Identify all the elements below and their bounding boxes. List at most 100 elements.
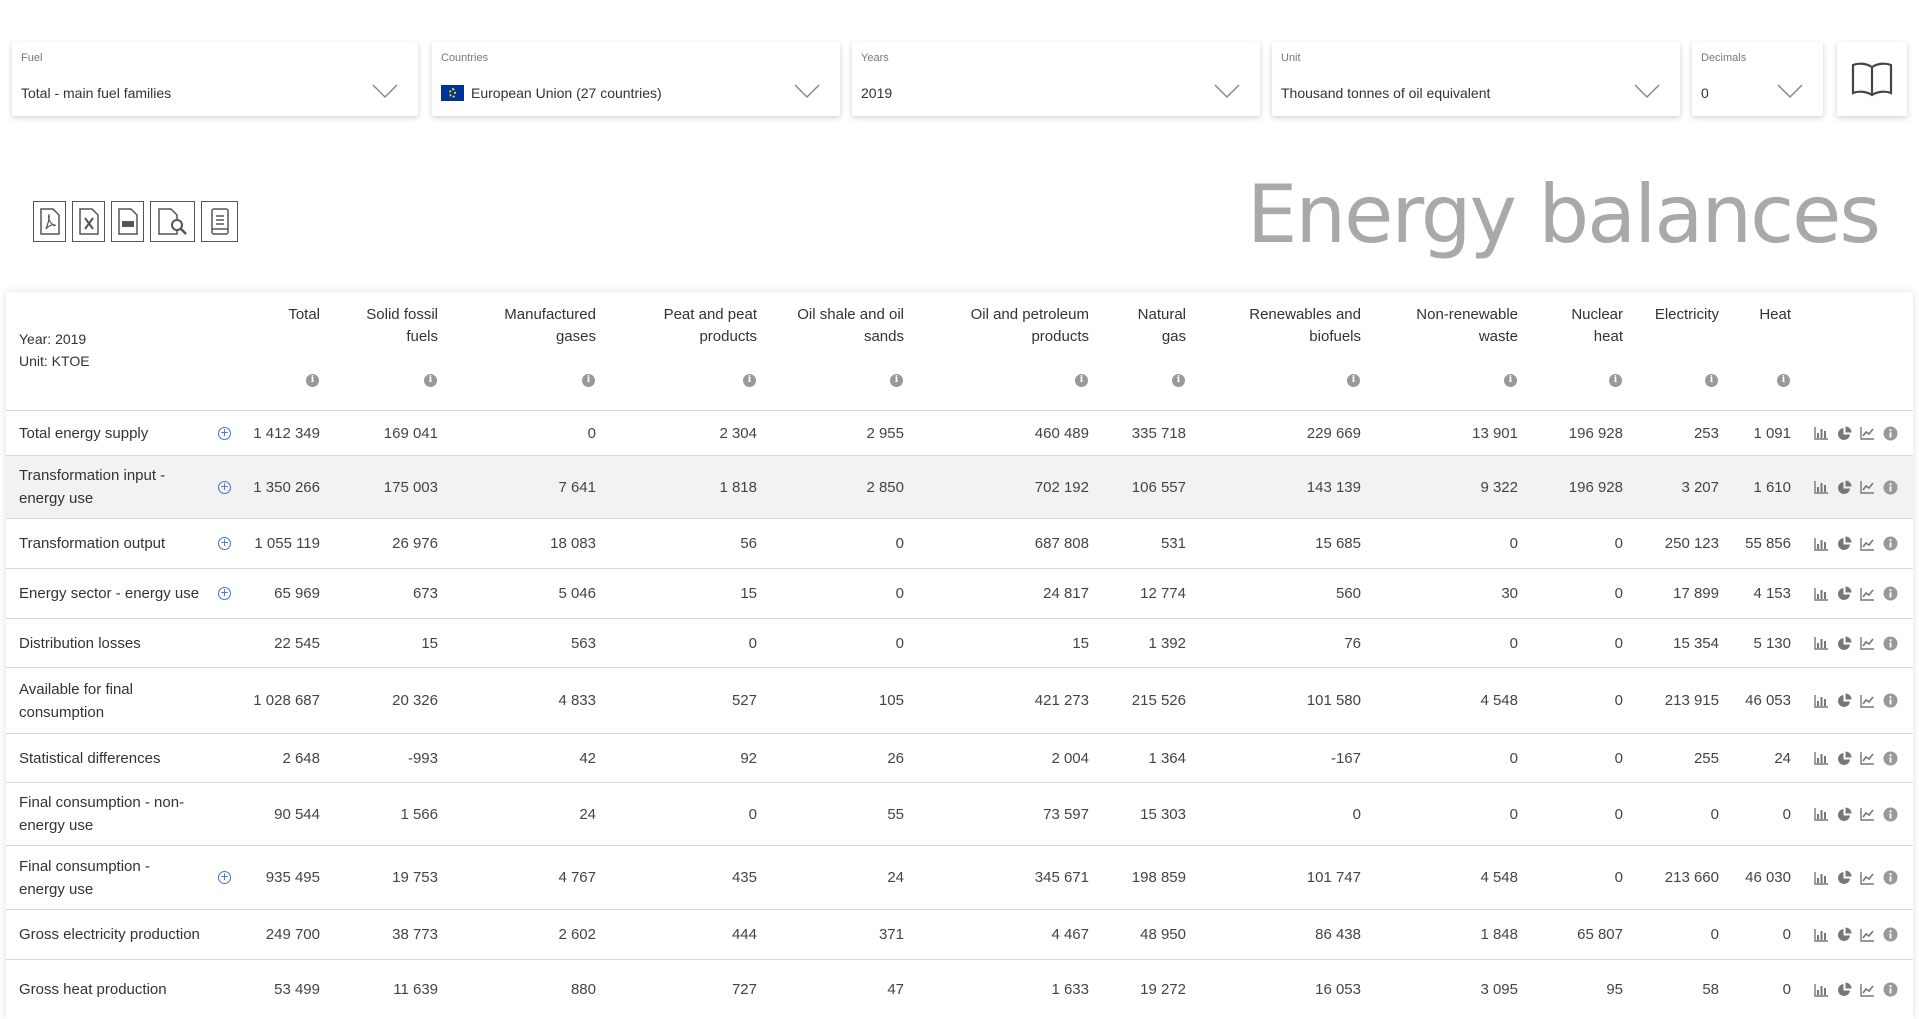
bar-chart-icon[interactable] <box>1813 425 1830 442</box>
table-row: Transformation output +1 055 119 26 976 18 … <box>6 518 1913 568</box>
column-header-line: Solid fossil <box>366 306 438 323</box>
table-cell: 46 030 <box>1745 869 1791 886</box>
line-chart-icon[interactable] <box>1859 425 1876 442</box>
chevron-down-icon <box>1214 84 1240 99</box>
table-cell: 702 192 <box>1034 478 1089 496</box>
info-icon[interactable] <box>1882 425 1899 442</box>
pie-chart-icon[interactable] <box>1836 926 1853 943</box>
unit-select[interactable]: Unit Thousand tonnes of oil equivalent <box>1272 42 1680 116</box>
column-header-line: Manufactured <box>504 306 596 323</box>
table-cell: 255 <box>1693 749 1719 767</box>
bar-chart-icon[interactable] <box>1813 981 1830 998</box>
bar-chart-icon[interactable] <box>1813 806 1830 823</box>
info-icon[interactable]: i <box>424 374 437 387</box>
info-icon[interactable] <box>1882 585 1899 602</box>
info-icon[interactable] <box>1882 806 1899 823</box>
bar-chart-icon[interactable] <box>1813 750 1830 767</box>
table-cell: 3 207 <box>1681 478 1719 496</box>
info-icon[interactable] <box>1882 869 1899 886</box>
pie-chart-icon[interactable] <box>1836 750 1853 767</box>
bar-chart-icon[interactable] <box>1813 869 1830 886</box>
table-cell: 90 544 <box>274 805 320 823</box>
row-label-line: Transformation output <box>19 535 166 552</box>
table-cell: 460 489 <box>1034 424 1089 442</box>
line-chart-icon[interactable] <box>1859 585 1876 602</box>
table-cell: 65 969 <box>274 585 320 602</box>
export-pdf-button[interactable] <box>33 201 66 242</box>
table-row: Final consumption - energy use +935 495 19 … <box>6 845 1913 909</box>
info-icon[interactable]: i <box>1609 374 1622 387</box>
info-icon[interactable] <box>1882 535 1899 552</box>
table-cell: 444 <box>731 926 757 943</box>
user-guide-button[interactable] <box>1837 42 1907 116</box>
page-title: Energy balances <box>1246 168 1881 261</box>
pie-chart-icon[interactable] <box>1836 806 1853 823</box>
pie-chart-icon[interactable] <box>1836 981 1853 998</box>
line-chart-icon[interactable] <box>1859 981 1876 998</box>
info-icon[interactable]: i <box>306 374 319 387</box>
expand-icon[interactable]: + <box>218 426 231 440</box>
line-chart-icon[interactable] <box>1859 926 1876 943</box>
info-icon[interactable] <box>1882 926 1899 943</box>
table-row: Gross electricity production 249 700 38 77… <box>6 909 1913 959</box>
line-chart-icon[interactable] <box>1859 869 1876 886</box>
expand-icon[interactable]: + <box>218 871 231 884</box>
table-cell: 0 <box>1782 926 1791 943</box>
pie-chart-icon[interactable] <box>1836 869 1853 886</box>
pie-chart-icon[interactable] <box>1836 635 1853 652</box>
years-select[interactable]: Years 2019 <box>852 42 1260 116</box>
row-actions <box>1813 585 1899 602</box>
info-icon[interactable] <box>1882 750 1899 767</box>
table-cell: 58 <box>1702 981 1719 998</box>
expand-icon[interactable]: + <box>218 537 231 550</box>
row-actions <box>1813 535 1899 552</box>
bar-chart-icon[interactable] <box>1813 692 1830 709</box>
export-csv-button[interactable] <box>111 201 144 242</box>
bar-chart-icon[interactable] <box>1813 535 1830 552</box>
bar-chart-icon[interactable] <box>1813 585 1830 602</box>
info-icon[interactable]: i <box>1705 374 1718 387</box>
bar-chart-icon[interactable] <box>1813 635 1830 652</box>
countries-select[interactable]: Countries European Union (27 countries) <box>432 42 840 116</box>
info-icon[interactable] <box>1882 981 1899 998</box>
info-icon[interactable]: i <box>1172 374 1185 387</box>
row-label-line: Transformation input - <box>19 467 166 484</box>
info-icon[interactable]: i <box>1777 374 1790 387</box>
line-chart-icon[interactable] <box>1859 692 1876 709</box>
info-icon[interactable]: i <box>1075 374 1088 387</box>
decimals-select[interactable]: Decimals 0 <box>1692 42 1823 116</box>
table-row: Transformation input - energy use +1 350 2… <box>6 455 1913 518</box>
bar-chart-icon[interactable] <box>1813 479 1830 496</box>
metadata-button[interactable] <box>201 201 238 242</box>
info-icon[interactable]: i <box>890 374 903 387</box>
pie-chart-icon[interactable] <box>1836 479 1853 496</box>
export-excel-button[interactable] <box>72 201 105 242</box>
column-header: Solid fossil fuels <box>366 304 438 348</box>
line-chart-icon[interactable] <box>1859 535 1876 552</box>
line-chart-icon[interactable] <box>1859 635 1876 652</box>
info-icon[interactable]: i <box>582 374 595 387</box>
fuel-select[interactable]: Fuel Total - main fuel families <box>12 42 418 116</box>
pie-chart-icon[interactable] <box>1836 585 1853 602</box>
info-icon[interactable]: i <box>1504 374 1517 387</box>
bar-chart-icon[interactable] <box>1813 926 1830 943</box>
pie-chart-icon[interactable] <box>1836 535 1853 552</box>
row-label-line: energy use <box>19 817 94 834</box>
line-chart-icon[interactable] <box>1859 750 1876 767</box>
info-icon[interactable] <box>1882 635 1899 652</box>
line-chart-icon[interactable] <box>1859 479 1876 496</box>
expand-icon[interactable]: + <box>218 587 231 600</box>
pie-chart-icon[interactable] <box>1836 425 1853 442</box>
table-cell: 196 928 <box>1568 478 1623 496</box>
line-chart-icon[interactable] <box>1859 806 1876 823</box>
info-icon[interactable]: i <box>743 374 756 387</box>
info-icon[interactable] <box>1882 479 1899 496</box>
table-cell: 11 639 <box>393 981 438 998</box>
table-cell: 9 322 <box>1480 478 1518 496</box>
info-icon[interactable]: i <box>1347 374 1360 387</box>
expand-icon[interactable]: + <box>218 480 231 494</box>
info-icon[interactable] <box>1882 692 1899 709</box>
decimals-value: 0 <box>1701 85 1709 101</box>
preview-button[interactable] <box>150 201 195 242</box>
pie-chart-icon[interactable] <box>1836 692 1853 709</box>
